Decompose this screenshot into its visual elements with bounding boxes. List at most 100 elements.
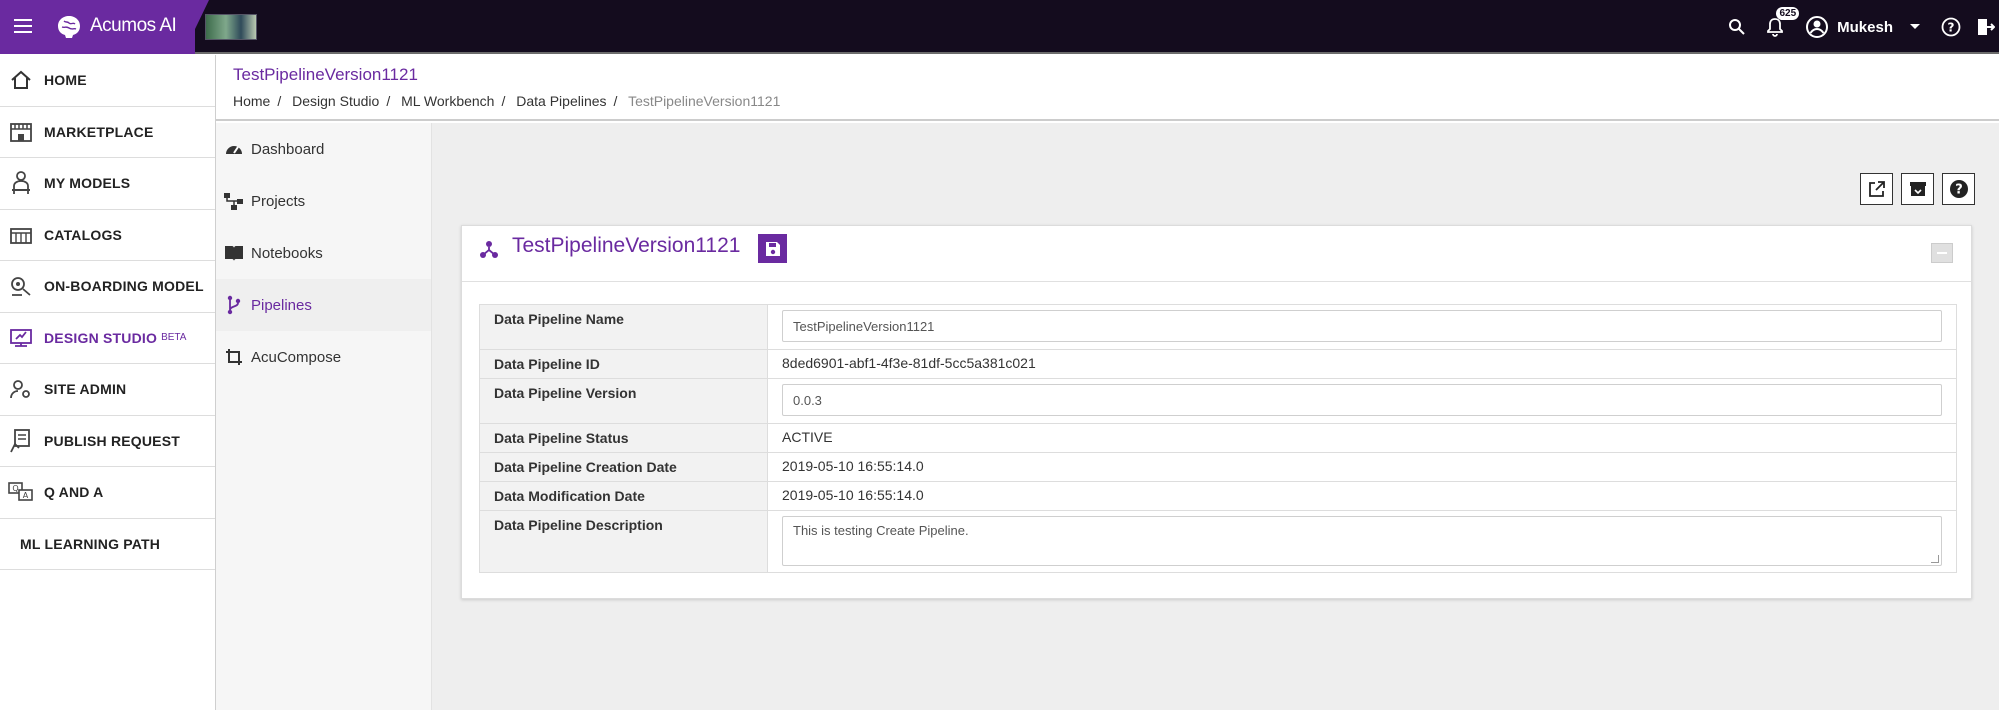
notification-badge: 625 xyxy=(1776,7,1800,20)
brand-name: Acumos AI xyxy=(90,15,177,36)
minus-icon xyxy=(1937,252,1947,254)
publish-icon xyxy=(8,428,34,454)
help-button[interactable]: ? xyxy=(1942,173,1975,205)
home-icon xyxy=(8,67,34,93)
nav-label: DESIGN STUDIO xyxy=(44,329,158,346)
nav-label: ML LEARNING PATH xyxy=(20,535,161,552)
open-external-icon xyxy=(1868,181,1885,197)
card-header: TestPipelineVersion1121 xyxy=(462,226,1971,282)
projects-icon xyxy=(223,190,245,212)
subnav-label: Pipelines xyxy=(251,296,312,314)
table-row: Data Pipeline Version 0.0.3 xyxy=(479,378,1957,424)
field-label: Data Pipeline Status xyxy=(479,423,768,453)
nav-label: Q AND A xyxy=(44,484,104,501)
subnav-item-pipelines[interactable]: Pipelines xyxy=(216,279,431,331)
open-external-button[interactable] xyxy=(1860,173,1893,205)
catalogs-icon xyxy=(8,222,34,248)
pipeline-node-icon xyxy=(480,241,498,258)
pipeline-description-textarea[interactable]: This is testing Create Pipeline. xyxy=(782,516,1942,566)
creation-date-value: 2019-05-10 16:55:14.0 xyxy=(767,452,1957,482)
pipeline-status-value: ACTIVE xyxy=(767,423,1957,453)
banner-thumbnail xyxy=(205,14,257,40)
chevron-down-icon[interactable] xyxy=(1903,15,1927,39)
svg-text:?: ? xyxy=(1948,21,1955,35)
svg-text:A: A xyxy=(23,491,29,500)
card-toolbar: ? xyxy=(1860,173,1975,205)
nav-item-my-models[interactable]: MY MODELS xyxy=(0,158,215,210)
dashboard-icon xyxy=(223,138,245,160)
nav-item-onboarding-model[interactable]: ON-BOARDING MODEL xyxy=(0,261,215,313)
subnav-label: Notebooks xyxy=(251,244,323,262)
brand-logo[interactable]: Acumos AI xyxy=(52,12,177,40)
pipeline-name-input[interactable]: TestPipelineVersion1121 xyxy=(782,310,1942,342)
workbench-subnav: Dashboard Projects Notebooks Pipelines A… xyxy=(216,123,432,710)
breadcrumb-design-studio[interactable]: Design Studio xyxy=(292,93,379,109)
onboarding-icon xyxy=(8,273,34,299)
breadcrumb: Home / Design Studio / ML Workbench / Data … xyxy=(233,93,781,109)
top-bar: Acumos AI 625 Mukesh ? xyxy=(0,0,1999,54)
subnav-item-acucompose[interactable]: AcuCompose xyxy=(216,331,431,383)
subnav-item-projects[interactable]: Projects xyxy=(216,175,431,227)
nav-label: HOME xyxy=(44,72,87,89)
field-label: Data Modification Date xyxy=(479,481,768,511)
breadcrumb-home[interactable]: Home xyxy=(233,93,270,109)
table-row: Data Pipeline ID 8ded6901-abf1-4f3e-81df… xyxy=(479,349,1957,379)
pipeline-icon xyxy=(223,294,245,316)
archive-button[interactable] xyxy=(1901,173,1934,205)
nav-item-home[interactable]: HOME xyxy=(0,55,215,107)
nav-label: CATALOGS xyxy=(44,226,123,243)
nav-item-site-admin[interactable]: SITE ADMIN xyxy=(0,364,215,416)
table-row: Data Pipeline Status ACTIVE xyxy=(479,423,1957,453)
main-content: ? TestPipelineVersion1121 Data Pipeline … xyxy=(432,123,1999,710)
username[interactable]: Mukesh xyxy=(1837,19,1893,36)
site-admin-icon xyxy=(8,376,34,402)
nav-item-publish-request[interactable]: PUBLISH REQUEST xyxy=(0,416,215,467)
description-text: This is testing Create Pipeline. xyxy=(793,523,969,538)
breadcrumb-current: TestPipelineVersion1121 xyxy=(628,93,781,109)
pipeline-version-input[interactable]: 0.0.3 xyxy=(782,384,1942,416)
table-row: Data Pipeline Creation Date 2019-05-10 1… xyxy=(479,452,1957,482)
nav-label: MARKETPLACE xyxy=(44,123,154,140)
notebook-icon xyxy=(223,242,245,264)
help-icon[interactable]: ? xyxy=(1939,15,1963,39)
menu-icon[interactable] xyxy=(14,19,32,33)
field-label: Data Pipeline Description xyxy=(479,510,768,573)
nav-item-design-studio[interactable]: DESIGN STUDIO BETA xyxy=(0,313,215,364)
breadcrumb-ml-workbench[interactable]: ML Workbench xyxy=(401,93,494,109)
archive-icon xyxy=(1909,182,1926,196)
nav-item-marketplace[interactable]: MARKETPLACE xyxy=(0,107,215,158)
nav-item-q-and-a[interactable]: QA Q AND A xyxy=(0,467,215,519)
bell-icon[interactable]: 625 xyxy=(1763,7,1800,39)
subnav-item-notebooks[interactable]: Notebooks xyxy=(216,227,431,279)
logout-icon[interactable] xyxy=(1973,15,1997,39)
nav-item-ml-learning-path[interactable]: ML LEARNING PATH xyxy=(0,519,215,570)
subnav-item-dashboard[interactable]: Dashboard xyxy=(216,123,431,175)
search-icon[interactable] xyxy=(1725,15,1749,39)
nav-label: SITE ADMIN xyxy=(44,381,127,398)
qa-icon: QA xyxy=(8,479,34,505)
crop-icon xyxy=(223,346,245,368)
field-label: Data Pipeline Version xyxy=(479,378,768,424)
field-label: Data Pipeline Creation Date xyxy=(479,452,768,482)
resize-handle[interactable] xyxy=(1931,555,1939,563)
subnav-label: Dashboard xyxy=(251,140,325,158)
save-button[interactable] xyxy=(758,234,787,263)
page-header: TestPipelineVersion1121 Home / Design Stu… xyxy=(216,55,1999,121)
card-title: TestPipelineVersion1121 xyxy=(512,234,741,257)
collapse-button[interactable] xyxy=(1931,243,1953,263)
account-icon[interactable] xyxy=(1805,15,1829,39)
svg-text:?: ? xyxy=(1955,183,1963,198)
nav-label: ON-BOARDING MODEL xyxy=(44,278,204,295)
page-title: TestPipelineVersion1121 xyxy=(233,65,418,84)
modification-date-value: 2019-05-10 16:55:14.0 xyxy=(767,481,1957,511)
brain-logo-icon xyxy=(58,16,80,38)
nav-label: PUBLISH REQUEST xyxy=(44,432,181,449)
breadcrumb-data-pipelines[interactable]: Data Pipelines xyxy=(516,93,606,109)
table-row: Data Pipeline Description This is testin… xyxy=(479,510,1957,573)
pipeline-details-card: TestPipelineVersion1121 Data Pipeline Na… xyxy=(461,225,1972,599)
marketplace-icon xyxy=(8,119,34,145)
models-icon xyxy=(8,170,34,196)
pipeline-id-value: 8ded6901-abf1-4f3e-81df-5cc5a381c021 xyxy=(767,349,1957,379)
nav-item-catalogs[interactable]: CATALOGS xyxy=(0,210,215,261)
pipeline-details-table: Data Pipeline Name TestPipelineVersion11… xyxy=(479,304,1957,573)
